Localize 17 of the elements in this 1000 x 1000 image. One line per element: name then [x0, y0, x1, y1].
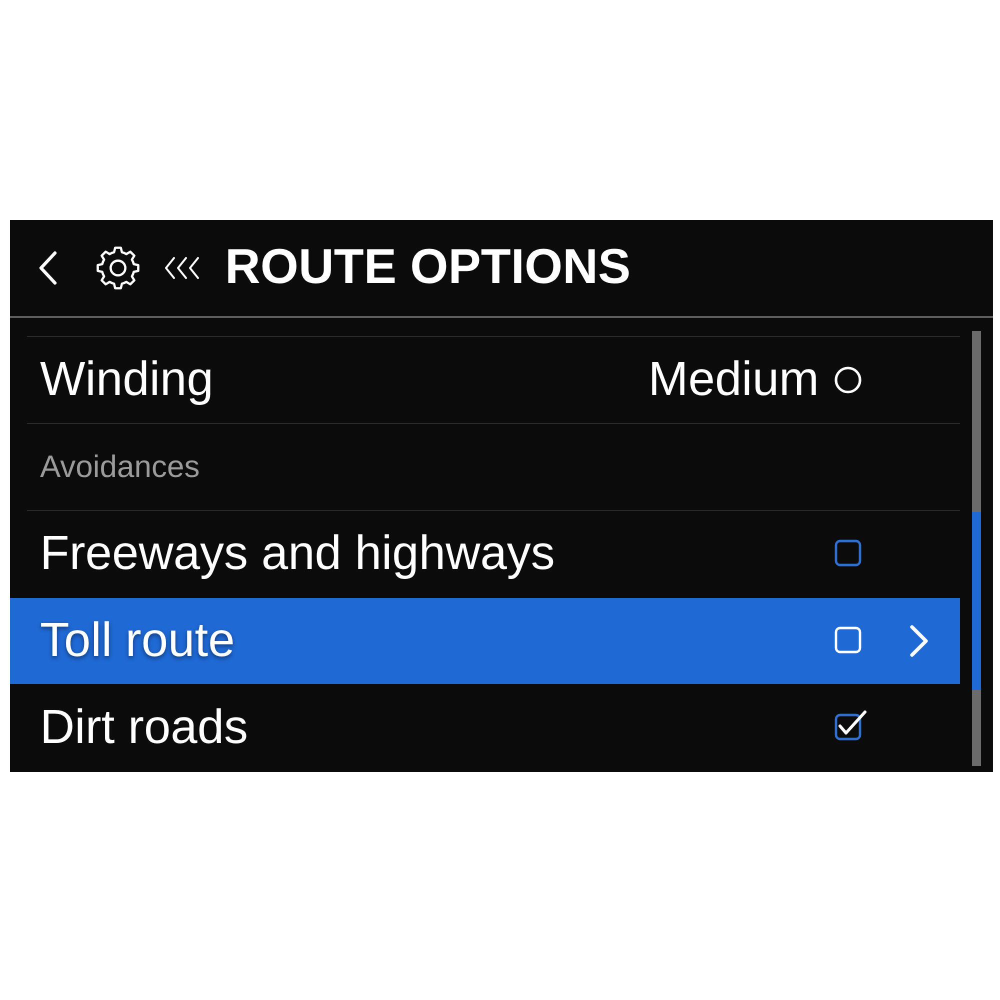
option-label: Freeways and highways [40, 526, 555, 582]
settings-icon[interactable] [96, 246, 140, 290]
ring-icon [834, 366, 862, 394]
option-label: Dirt roads [40, 700, 248, 756]
option-row[interactable]: Dirt roads [10, 685, 960, 771]
screen-title: ROUTE OPTIONS [225, 241, 631, 295]
option-value: Medium [648, 352, 819, 408]
chevron-right-icon[interactable] [908, 624, 930, 658]
checkbox[interactable] [834, 709, 868, 741]
section-label: Avoidances [40, 449, 200, 485]
option-label: Winding [40, 352, 214, 408]
option-row[interactable]: Winding Medium [10, 337, 960, 423]
scrollbar-thumb[interactable] [972, 512, 981, 690]
option-label: Toll route [40, 613, 235, 669]
option-row[interactable]: Toll route [10, 598, 960, 684]
back-icon[interactable] [38, 251, 58, 285]
option-row[interactable]: Freeways and highways [10, 511, 960, 597]
